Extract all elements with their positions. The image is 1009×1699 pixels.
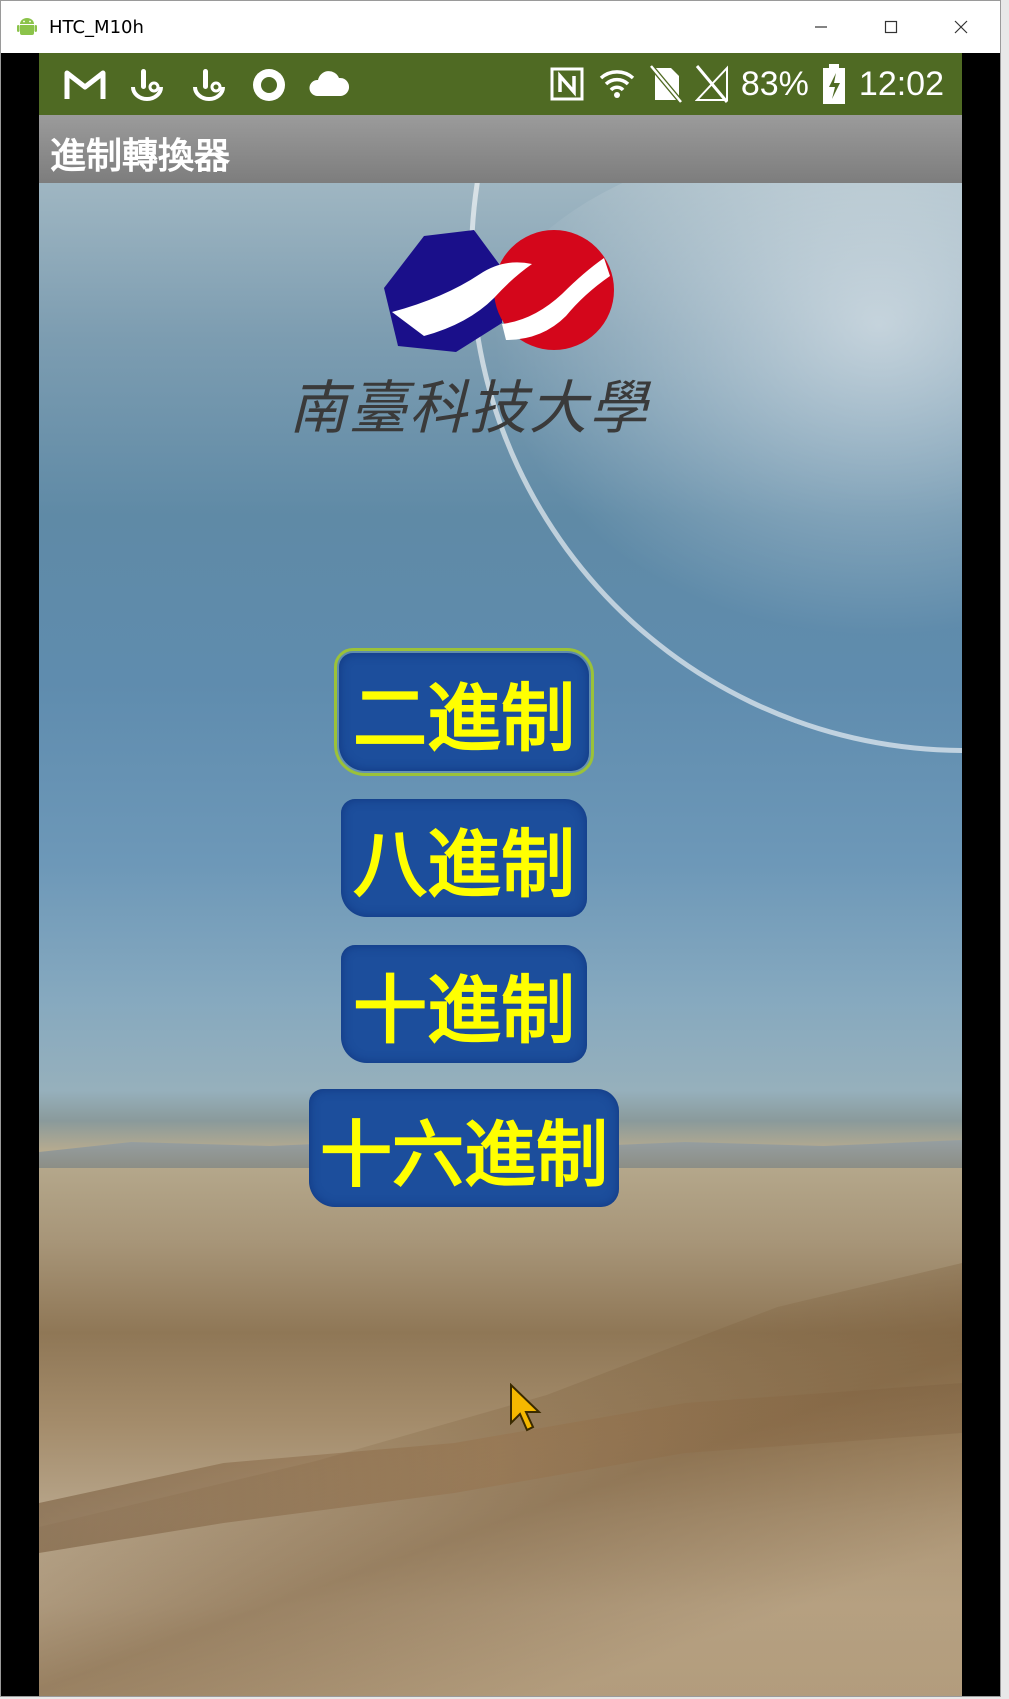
device-screen: 83% 12:02 進制轉換器 南臺科技大學 二進制 八進制 十進制 十六進制	[39, 53, 962, 1696]
close-icon	[954, 20, 968, 34]
status-time: 12:02	[858, 64, 944, 103]
battery-percent: 83%	[740, 64, 809, 103]
status-bar: 83% 12:02	[39, 53, 962, 115]
record-icon	[253, 69, 285, 101]
minimize-icon	[815, 26, 827, 28]
cloud-icon	[309, 71, 350, 96]
mouse-cursor-icon	[510, 1383, 542, 1432]
touch-icon	[193, 69, 225, 101]
decimal-button[interactable]: 十進制	[341, 945, 587, 1063]
gmail-icon	[64, 70, 106, 99]
maximize-button[interactable]	[856, 1, 926, 53]
octal-button[interactable]: 八進制	[341, 799, 587, 917]
action-bar: 進制轉換器	[39, 115, 962, 184]
maximize-icon	[884, 20, 898, 34]
wifi-icon	[599, 70, 635, 98]
hexadecimal-button[interactable]: 十六進制	[309, 1089, 619, 1207]
battery-charging-icon	[822, 64, 845, 104]
emulator-window: HTC_M10h 83% 12:02 進制轉換器 南臺科技大學 二進制 八進制 …	[0, 0, 1001, 1697]
nfc-icon	[550, 67, 584, 101]
signal-icon	[694, 65, 728, 103]
window-title: HTC_M10h	[49, 16, 144, 38]
android-icon	[17, 18, 37, 35]
school-name: 南臺科技大學	[289, 374, 650, 442]
minimize-button[interactable]	[786, 1, 856, 53]
app-title: 進制轉換器	[50, 136, 231, 177]
window-titlebar: HTC_M10h	[1, 1, 1000, 53]
no-sim-icon	[648, 64, 683, 104]
main-content: 南臺科技大學 二進制 八進制 十進制 十六進制	[39, 183, 962, 1696]
touch-icon	[131, 69, 163, 101]
close-button[interactable]	[926, 1, 996, 53]
binary-button[interactable]: 二進制	[334, 648, 594, 776]
university-logo-icon	[384, 230, 614, 352]
